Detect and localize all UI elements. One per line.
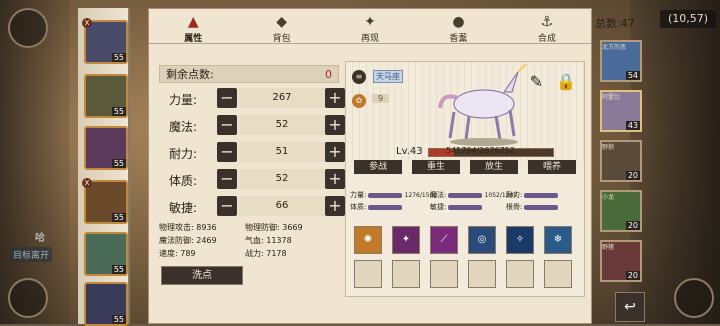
leave-target-button[interactable]: 目标离开 [10,247,53,262]
bowl-icon: ● [452,14,465,30]
release-button[interactable]: 放生 [470,160,518,174]
feed-button[interactable]: 喂养 [528,160,576,174]
pet-card[interactable]: 阿霍比 43 [600,90,642,132]
hero-level: 55 [111,107,126,116]
stat-row-endurance: 耐力: − 51 + [159,142,345,164]
hero-level: 55 [111,159,126,168]
ice-skill-icon[interactable]: ✧ [506,226,534,254]
decrease-button[interactable]: − [217,169,237,189]
pet-card[interactable]: 北方的恶 54 [600,40,642,82]
stat-box: 剩余点数: 0 力量: − 267 + 魔法: − 52 + 耐力: − 51 … [159,61,345,221]
wash-points-button[interactable]: 洗点 [161,266,243,285]
vortex-skill-icon[interactable]: ◎ [468,226,496,254]
hero-card[interactable]: X 55 [82,178,128,224]
background-left-shade [0,0,70,324]
hero-card[interactable]: 55 [84,282,128,326]
skill-slot[interactable] [354,260,382,288]
rebirth-button[interactable]: 重生 [412,160,460,174]
pet-detail: ≡ 天马座 ✿ 9 ✎ 🔒 Lv.43 541794/2676752 参战 重生… [345,61,585,297]
remaining-points: 剩余点数: 0 [159,65,339,83]
skill-row: ✺ ✦ ⟋ ◎ ✧ ❄ [354,226,572,254]
tab-attributes[interactable]: ▲ 属性 [149,9,237,44]
sun-skill-icon[interactable]: ✺ [354,226,382,254]
skill-slot[interactable] [506,260,534,288]
tab-bag[interactable]: ◆ 背包 [237,9,325,44]
unicorn-portrait [438,63,527,146]
hero-level: 55 [111,213,126,222]
hero-card[interactable]: X 55 [82,18,128,64]
skill-slot[interactable] [392,260,420,288]
pet-card[interactable]: 小龙 20 [600,190,642,232]
left-label: 哈 [35,233,45,244]
hero-level: 55 [111,315,126,324]
stat-row-agility: 敏捷: − 66 + [159,196,345,218]
total-count: 总数:47 [595,17,635,30]
tab-incense[interactable]: ● 香薰 [414,9,502,44]
exp-text: 541794/2676752 [446,146,515,155]
claw-skill-icon[interactable]: ⟋ [430,226,458,254]
pet-card[interactable]: 野猪 20 [600,240,642,282]
hero-card[interactable]: 55 [84,74,128,118]
increase-button[interactable]: + [325,169,345,189]
pet-name: 天马座 [373,70,403,83]
pet-list: 北方的恶 54 阿霍比 43 野狼 20 小龙 20 野猪 20 [596,30,642,290]
attribute-panel: ▲ 属性 ◆ 背包 ✦ 再现 ● 香薰 ⚓ 合成 剩余点数: 0 力量: − 2… [148,8,592,324]
magic-skill-icon[interactable]: ✦ [392,226,420,254]
hero-list: X 55 55 55 X 55 55 55 [78,8,130,326]
skill-slot[interactable] [468,260,496,288]
paw-icon: ✿ [352,94,366,108]
coordinates: (10,57) [660,10,716,28]
rank-icon: X [82,178,92,188]
map-button[interactable] [8,278,48,318]
increase-button[interactable]: + [325,88,345,108]
bag-icon: ◆ [276,14,287,30]
stat-row-strength: 力量: − 267 + [159,88,345,110]
decrease-button[interactable]: − [217,88,237,108]
increase-button[interactable]: + [325,115,345,135]
decrease-button[interactable]: − [217,142,237,162]
background-right-shade [630,0,720,324]
frost-skill-icon[interactable]: ❄ [544,226,572,254]
decrease-button[interactable]: − [217,196,237,216]
avatar-button[interactable] [8,8,48,48]
increase-button[interactable]: + [325,142,345,162]
hero-level: 55 [111,265,126,274]
pet-tag: 9 [372,94,390,103]
tab-bar: ▲ 属性 ◆ 背包 ✦ 再现 ● 香薰 ⚓ 合成 [149,9,591,44]
stat-row-constitution: 体质: − 52 + [159,169,345,191]
increase-button[interactable]: + [325,196,345,216]
tab-compose[interactable]: ⚓ 合成 [503,9,591,44]
menu-button[interactable] [674,278,714,318]
ship-icon: ⚓ [540,14,554,30]
pet-card[interactable]: 野狼 20 [600,140,642,182]
scroll-icon: ✦ [364,14,376,30]
hero-card[interactable]: 55 [84,126,128,170]
close-icon[interactable]: ↩ [615,292,645,322]
fire-icon: ▲ [187,14,199,30]
stat-row-magic: 魔法: − 52 + [159,115,345,137]
tab-reappear[interactable]: ✦ 再现 [326,9,414,44]
list-icon[interactable]: ≡ [352,70,366,84]
pet-level: Lv.43 [396,146,423,157]
skill-slot[interactable] [544,260,572,288]
skill-slot[interactable] [430,260,458,288]
hero-level: 55 [111,53,126,62]
decrease-button[interactable]: − [217,115,237,135]
tool-icons: ✎ 🔒 [530,72,576,91]
rank-icon: X [82,18,92,28]
empty-skill-row [354,260,572,288]
hero-card[interactable]: 55 [84,232,128,276]
lock-icon[interactable]: 🔒 [556,72,576,91]
battle-button[interactable]: 参战 [354,160,402,174]
